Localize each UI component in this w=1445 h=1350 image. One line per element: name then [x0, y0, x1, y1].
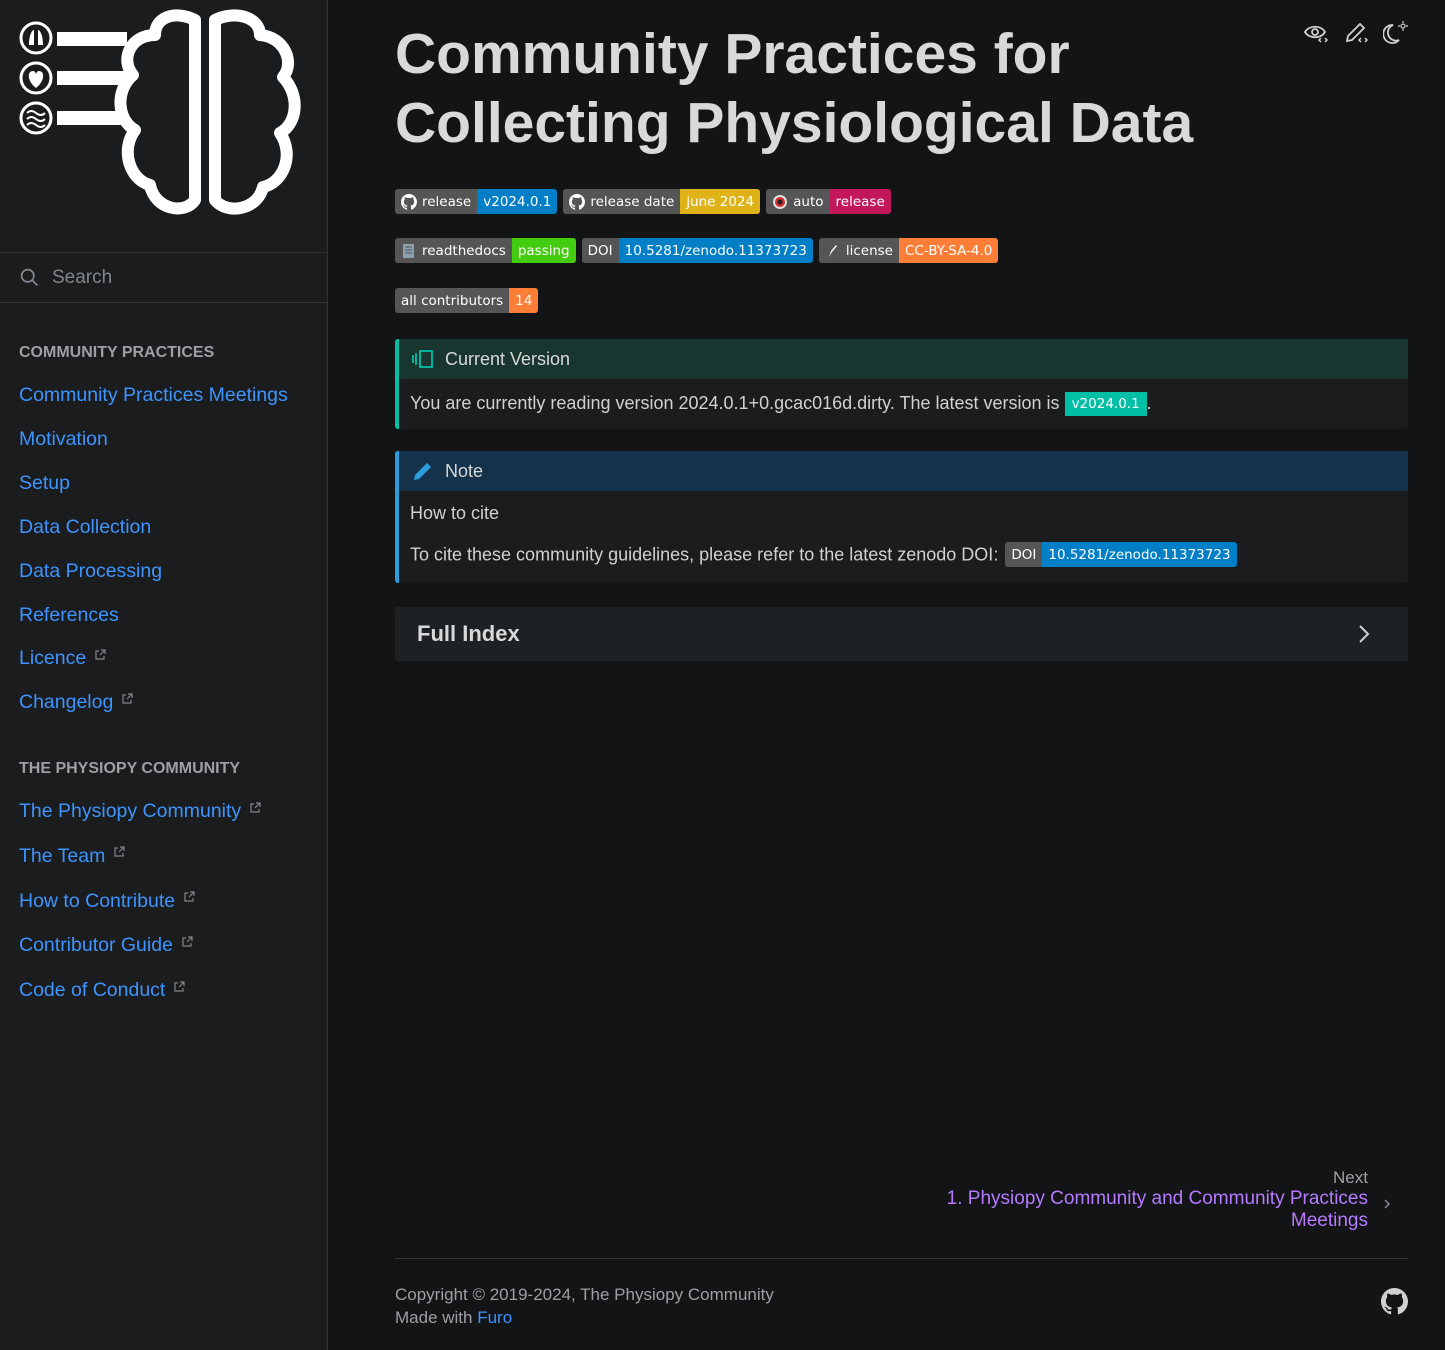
version-text: You are currently reading version 2024.0… — [399, 392, 1408, 416]
chevron-right-icon — [1384, 1199, 1391, 1209]
search-icon — [20, 268, 38, 286]
badge-license[interactable]: license CC-BY-SA-4.0 — [818, 238, 999, 263]
latest-version-tag[interactable]: v2024.0.1 — [1064, 392, 1147, 416]
badge-readthedocs[interactable]: readthedocs passing — [395, 238, 576, 263]
sidebar-item-the-physiopy-community[interactable]: The Physiopy Community — [19, 800, 261, 823]
readthedocs-icon — [403, 243, 414, 258]
admonition-title: Note — [399, 451, 1408, 491]
sidebar-item-code-of-conduct[interactable]: Code of Conduct — [19, 979, 185, 1002]
github-icon[interactable] — [1381, 1288, 1408, 1315]
note-line1: How to cite — [410, 503, 500, 523]
pencil-icon — [414, 463, 431, 480]
chevron-right-icon — [1359, 625, 1370, 643]
edit-icon[interactable] — [1343, 20, 1369, 46]
sidebar-item-contributor-guide[interactable]: Contributor Guide — [19, 934, 193, 957]
badges-row-docs: readthedocs passing DOI 10.5281/zenodo.1137… — [395, 238, 999, 263]
sidebar-item-data-collection[interactable]: Data Collection — [19, 516, 151, 539]
external-link-icon — [184, 891, 195, 902]
badges-row-release: release v2024.0.1 release date june 2024 aut… — [395, 189, 891, 214]
external-link-icon — [174, 981, 185, 992]
sidebar-item-how-to-contribute[interactable]: How to Contribute — [19, 890, 195, 913]
external-link-icon — [122, 693, 133, 704]
theme-toggle-icon[interactable] — [1383, 20, 1409, 46]
sidebar-item-the-team[interactable]: The Team — [19, 845, 125, 868]
badge-DOI[interactable]: DOI 10.5281/zenodo.11373723 — [581, 238, 813, 263]
page-title: Community Practices for Collecting Physi… — [395, 22, 1194, 155]
pen-icon — [828, 244, 837, 257]
footer-divider — [395, 1258, 1408, 1259]
note-admonition: Note How to cite To cite these community… — [395, 451, 1408, 583]
furo-link[interactable]: Furo — [477, 1308, 512, 1327]
caption-community-practices: COMMUNITY PRACTICES — [19, 344, 215, 361]
sidebar: COMMUNITY PRACTICES Community Practices … — [0, 0, 328, 1350]
caption-physiopy-community: THE PHYSIOPY COMMUNITY — [19, 760, 241, 777]
doi-badge[interactable]: DOI 10.5281/zenodo.11373723 — [1005, 542, 1237, 567]
badge-release-date[interactable]: release date june 2024 — [563, 189, 761, 214]
github-icon — [401, 193, 417, 210]
physiopy-logo[interactable] — [15, 5, 310, 225]
auto-icon — [773, 194, 788, 209]
search-bar[interactable] — [0, 252, 328, 303]
sidebar-item-community-practices-meetings[interactable]: Community Practices Meetings — [19, 384, 288, 407]
badges-row-contributors: all contributors 14 — [395, 288, 539, 313]
badge-release[interactable]: release v2024.0.1 — [395, 189, 558, 214]
admonition-title: Current Version — [399, 339, 1408, 379]
external-link-icon — [114, 846, 125, 857]
sidebar-item-setup[interactable]: Setup — [19, 472, 70, 495]
next-page-link[interactable]: Next 1. Physiopy Community and Community… — [928, 1168, 1368, 1232]
footer-copyright: Copyright © 2019-2024, The Physiopy Comm… — [395, 1285, 774, 1327]
versions-icon — [412, 350, 433, 368]
sidebar-item-motivation[interactable]: Motivation — [19, 428, 108, 451]
note-line2: To cite these community guidelines, plea… — [399, 542, 1408, 568]
search-input[interactable] — [52, 266, 292, 289]
external-link-icon — [250, 801, 261, 813]
external-link-icon — [182, 936, 193, 947]
view-source-icon[interactable] — [1303, 20, 1329, 46]
sidebar-item-data-processing[interactable]: Data Processing — [19, 560, 162, 583]
top-actions — [1303, 20, 1409, 46]
sidebar-item-changelog[interactable]: Changelog — [19, 691, 133, 714]
external-link-icon — [95, 649, 106, 660]
sidebar-item-licence[interactable]: Licence — [19, 647, 106, 670]
badge-auto[interactable]: auto release — [766, 189, 891, 214]
github-icon — [569, 193, 586, 210]
current-version-admonition: Current Version You are currently readin… — [395, 339, 1408, 429]
sidebar-item-references[interactable]: References — [19, 604, 119, 627]
full-index-toggle[interactable]: Full Index — [395, 607, 1408, 661]
badge-all-contributors[interactable]: all contributors 14 — [395, 288, 539, 313]
